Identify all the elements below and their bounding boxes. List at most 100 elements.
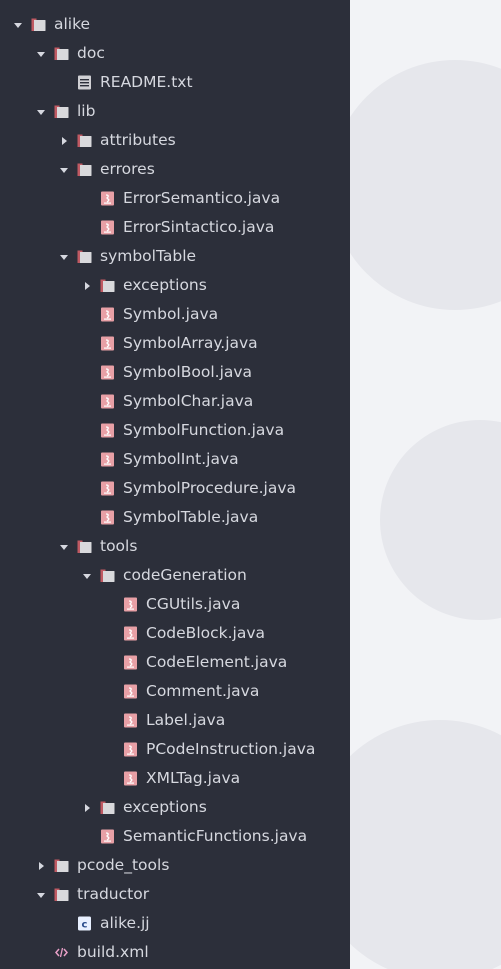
tree-item-label: Comment.java: [146, 682, 260, 700]
tree-item-label: doc: [77, 44, 105, 62]
java-file-icon: [100, 510, 115, 525]
java-file-icon: [100, 365, 115, 380]
tree-item-label: exceptions: [123, 276, 207, 294]
tree-item-label: alike.jj: [100, 914, 150, 932]
java-file-icon: [100, 481, 115, 496]
tree-item-label: traductor: [77, 885, 150, 903]
tree-folder-row[interactable]: traductor: [0, 880, 386, 909]
tree-file-row[interactable]: SymbolChar.java: [0, 387, 432, 416]
chevron-down-icon[interactable]: [36, 890, 46, 900]
tree-folder-row[interactable]: exceptions: [0, 271, 432, 300]
svg-text:c: c: [82, 920, 88, 931]
tree-file-row[interactable]: SymbolFunction.java: [0, 416, 432, 445]
tree-file-row[interactable]: XMLTag.java: [0, 764, 455, 793]
tree-file-row[interactable]: SymbolBool.java: [0, 358, 432, 387]
tree-file-row[interactable]: ErrorSemantico.java: [0, 184, 432, 213]
java-file-icon: [123, 713, 138, 728]
tree-item-label: ErrorSintactico.java: [123, 218, 275, 236]
tree-file-row[interactable]: SemanticFunctions.java: [0, 822, 432, 851]
tree-folder-row[interactable]: tools: [0, 532, 409, 561]
java-file-icon: [123, 597, 138, 612]
tree-file-row[interactable]: README.txt: [0, 68, 409, 97]
tree-file-row[interactable]: Symbol.java: [0, 300, 432, 329]
tree-item-label: PCodeInstruction.java: [146, 740, 316, 758]
java-file-icon: [123, 771, 138, 786]
chevron-down-icon[interactable]: [36, 49, 46, 59]
tree-file-row[interactable]: Comment.java: [0, 677, 455, 706]
tree-folder-row[interactable]: codeGeneration: [0, 561, 432, 590]
folder-icon: [54, 858, 69, 873]
tree-item-label: SymbolTable.java: [123, 508, 259, 526]
tree-file-row[interactable]: Label.java: [0, 706, 455, 735]
folder-icon: [54, 887, 69, 902]
tree-item-label: SymbolArray.java: [123, 334, 258, 352]
tree-item-label: SymbolChar.java: [123, 392, 254, 410]
tree-folder-row[interactable]: doc: [0, 39, 386, 68]
chevron-down-icon[interactable]: [82, 571, 92, 581]
tree-item-label: SymbolBool.java: [123, 363, 253, 381]
text-file-icon: [77, 75, 92, 90]
tree-file-row[interactable]: c alike.jj: [0, 909, 409, 938]
tree-item-label: Label.java: [146, 711, 226, 729]
tree-file-row[interactable]: build.xml: [0, 938, 386, 967]
tree-folder-row[interactable]: alike: [0, 10, 363, 39]
java-file-icon: [123, 655, 138, 670]
tree-item-label: ErrorSemantico.java: [123, 189, 281, 207]
chevron-right-icon[interactable]: [82, 281, 92, 291]
tree-folder-row[interactable]: errores: [0, 155, 409, 184]
chevron-down-icon[interactable]: [36, 107, 46, 117]
tree-folder-row[interactable]: lib: [0, 97, 386, 126]
tree-file-row[interactable]: SymbolInt.java: [0, 445, 432, 474]
tree-file-row[interactable]: SymbolProcedure.java: [0, 474, 432, 503]
folder-icon: [100, 568, 115, 583]
tree-folder-row[interactable]: attributes: [0, 126, 409, 155]
tree-folder-row[interactable]: pcode_tools: [0, 851, 386, 880]
tree-file-row[interactable]: CodeElement.java: [0, 648, 455, 677]
tree-item-label: codeGeneration: [123, 566, 247, 584]
java-file-icon: [123, 684, 138, 699]
folder-icon: [77, 249, 92, 264]
tree-item-label: SemanticFunctions.java: [123, 827, 308, 845]
folder-icon: [77, 162, 92, 177]
tree-file-row[interactable]: SymbolTable.java: [0, 503, 432, 532]
chevron-down-icon[interactable]: [59, 252, 69, 262]
tree-item-label: CodeElement.java: [146, 653, 288, 671]
tree-file-row[interactable]: CGUtils.java: [0, 590, 455, 619]
folder-icon: [31, 17, 46, 32]
chevron-down-icon[interactable]: [59, 165, 69, 175]
chevron-right-icon[interactable]: [36, 861, 46, 871]
tree-file-row[interactable]: CodeBlock.java: [0, 619, 455, 648]
tree-file-row[interactable]: PCodeInstruction.java: [0, 735, 455, 764]
chevron-down-icon[interactable]: [59, 542, 69, 552]
tree-item-label: attributes: [100, 131, 176, 149]
chevron-right-icon[interactable]: [82, 803, 92, 813]
javacc-file-icon: c: [77, 916, 92, 931]
tree-item-label: lib: [77, 102, 96, 120]
tree-item-label: errores: [100, 160, 155, 178]
tree-item-label: CodeBlock.java: [146, 624, 266, 642]
xml-file-icon: [54, 945, 69, 960]
tree-file-row[interactable]: SymbolArray.java: [0, 329, 432, 358]
tree-item-label: README.txt: [100, 73, 193, 91]
tree-file-row[interactable]: ErrorSintactico.java: [0, 213, 432, 242]
tree-folder-row[interactable]: symbolTable: [0, 242, 409, 271]
java-file-icon: [100, 423, 115, 438]
chevron-down-icon[interactable]: [13, 20, 23, 30]
chevron-right-icon[interactable]: [59, 136, 69, 146]
tree-item-label: tools: [100, 537, 138, 555]
file-tree-panel: alike doc README.txt lib attributes errores Er…: [0, 0, 350, 969]
tree-item-label: build.xml: [77, 943, 149, 961]
screenshot-canvas: alike doc README.txt lib attributes errores Er…: [0, 0, 501, 969]
java-file-icon: [100, 307, 115, 322]
tree-folder-row[interactable]: exceptions: [0, 793, 432, 822]
